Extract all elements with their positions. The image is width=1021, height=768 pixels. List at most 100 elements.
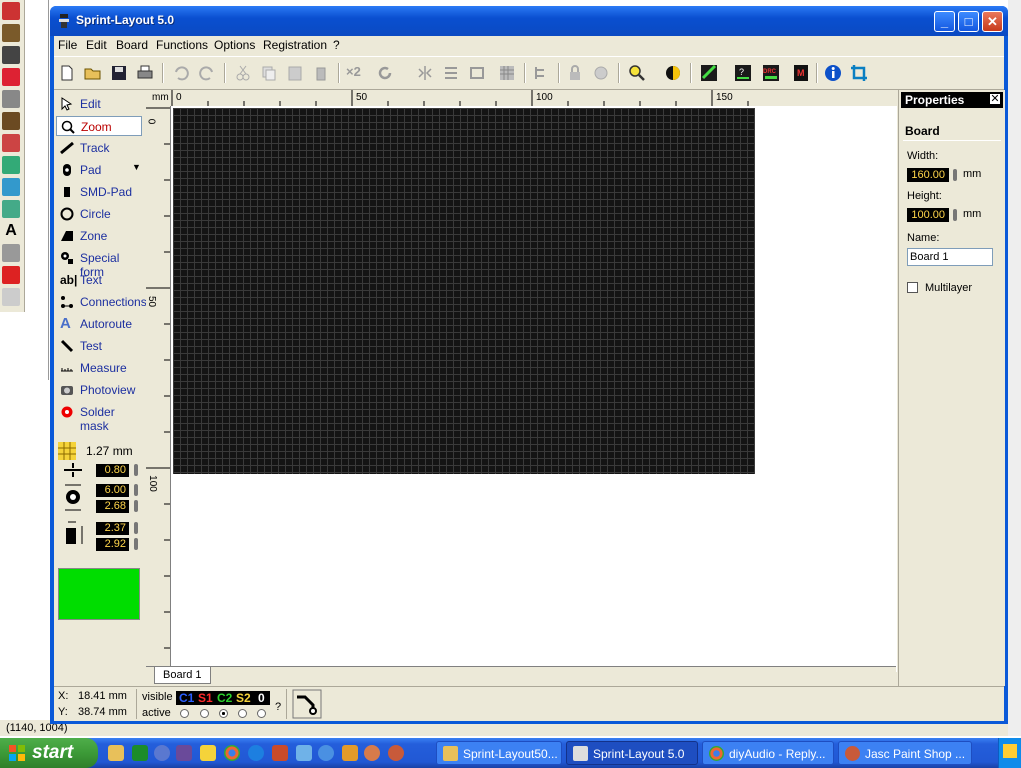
app-b-quicklaunch-icon[interactable] (154, 745, 170, 761)
tool-track[interactable]: Track (56, 138, 142, 158)
copy-icon[interactable] (260, 64, 278, 82)
pencil-icon[interactable] (2, 24, 20, 42)
task-sprint-layout-app[interactable]: Sprint-Layout 5.0 (566, 741, 698, 765)
tool-solder-mask[interactable]: Solder mask (56, 402, 142, 433)
minimize-button[interactable]: _ (934, 11, 955, 32)
tool-test[interactable]: Test (56, 336, 142, 356)
tool-pad[interactable]: Pad ▼ (56, 160, 142, 180)
board-height-spinner[interactable] (953, 209, 957, 221)
active-radio-c2[interactable] (219, 709, 228, 718)
grid-size[interactable]: 1.27 mm (86, 444, 133, 458)
app5-quicklaunch-icon[interactable] (364, 745, 380, 761)
layer-help[interactable]: ? (275, 701, 281, 713)
tool-photoview[interactable]: Photoview (56, 380, 142, 400)
ie-quicklaunch-icon[interactable] (248, 745, 264, 761)
new-file-icon[interactable] (58, 64, 76, 82)
menu-edit[interactable]: Edit (86, 38, 107, 52)
pad-inner-value[interactable]: 2.68 (96, 500, 129, 513)
task-diyaudio[interactable]: diyAudio - Reply... (702, 741, 834, 765)
open-folder-icon[interactable] (84, 64, 102, 82)
color-replacer-icon[interactable] (2, 68, 20, 86)
tool-zone[interactable]: Zone (56, 226, 142, 246)
tool-special-form[interactable]: Special form (56, 248, 142, 279)
preset-shape-icon[interactable] (2, 266, 20, 284)
layer-c1[interactable]: C1 (179, 691, 194, 705)
tool-connections[interactable]: Connections (56, 292, 147, 312)
app3-quicklaunch-icon[interactable] (318, 745, 334, 761)
active-radio-outline[interactable] (257, 709, 266, 718)
paint-brush-icon[interactable] (2, 2, 20, 20)
print-icon[interactable] (136, 64, 154, 82)
system-tray[interactable] (998, 738, 1021, 768)
tool-circle[interactable]: Circle (56, 204, 142, 224)
group-icon[interactable] (468, 64, 486, 82)
multilayer-checkbox[interactable] (907, 282, 918, 293)
tool-autoroute[interactable]: A Autoroute (56, 314, 142, 334)
app-h-quicklaunch-icon[interactable] (132, 745, 148, 761)
picture-tube-icon[interactable] (2, 156, 20, 174)
tool-zoom[interactable]: Zoom (56, 116, 142, 136)
text-tool-icon[interactable]: A (2, 222, 20, 240)
layer-c2[interactable]: C2 (217, 691, 232, 705)
menu-options[interactable]: Options (214, 38, 255, 52)
smd-width-value[interactable]: 2.37 (96, 522, 129, 535)
paste-icon[interactable] (286, 64, 304, 82)
delete-icon[interactable] (312, 64, 330, 82)
title-bar[interactable]: Sprint-Layout 5.0 _ □ ✕ (50, 6, 1008, 36)
scratch-remover-icon[interactable] (2, 112, 20, 130)
save-icon[interactable] (110, 64, 128, 82)
eraser-icon[interactable] (2, 134, 20, 152)
track-width-spinner[interactable] (134, 464, 138, 476)
flood-fill-icon[interactable] (2, 200, 20, 218)
cut-icon[interactable] (234, 64, 252, 82)
board-height-value[interactable]: 100.00 (907, 208, 949, 222)
app4-quicklaunch-icon[interactable] (342, 745, 358, 761)
app-quicklaunch-icon[interactable] (272, 745, 288, 761)
tool-measure[interactable]: Measure (56, 358, 142, 378)
menu-help[interactable]: ? (333, 38, 340, 52)
close-button[interactable]: ✕ (982, 11, 1003, 32)
pcb-board[interactable] (173, 108, 755, 474)
track-width-value[interactable]: 0.80 (96, 464, 129, 477)
pad-inner-spinner[interactable] (134, 500, 138, 512)
tool-edit[interactable]: Edit (56, 94, 142, 114)
crop-icon[interactable] (850, 64, 868, 82)
connections-tree-icon[interactable] (532, 64, 550, 82)
duplicate-x2-button[interactable]: ×2 (346, 64, 368, 82)
notepad-quicklaunch-icon[interactable] (200, 745, 216, 761)
retouch-icon[interactable] (2, 90, 20, 108)
active-radio-s1[interactable] (200, 709, 209, 718)
properties-close-button[interactable]: ✕ (989, 93, 1001, 105)
smd-height-value[interactable]: 2.92 (96, 538, 129, 551)
board-width-value[interactable]: 160.00 (907, 168, 949, 182)
layer-s1[interactable]: S1 (198, 691, 213, 705)
chrome-quicklaunch-icon[interactable] (224, 745, 240, 761)
start-button[interactable]: start (0, 738, 98, 768)
align-icon[interactable] (442, 64, 460, 82)
draw-line-icon[interactable] (2, 244, 20, 262)
paintshop-quicklaunch-icon[interactable] (388, 745, 404, 761)
board-tab[interactable]: Board 1 (154, 667, 211, 684)
explorer-quicklaunch-icon[interactable] (108, 745, 124, 761)
book-quicklaunch-icon[interactable] (176, 745, 192, 761)
layer-check-icon[interactable] (700, 64, 718, 82)
menu-board[interactable]: Board (116, 38, 148, 52)
zoom-search-icon[interactable] (628, 64, 646, 82)
drawing-canvas[interactable] (170, 106, 897, 672)
active-radio-s2[interactable] (238, 709, 247, 718)
layer-outline[interactable]: 0 (258, 691, 265, 705)
app2-quicklaunch-icon[interactable] (296, 745, 312, 761)
redo-icon[interactable] (198, 64, 216, 82)
grid-icon[interactable] (58, 442, 76, 460)
undo-icon[interactable] (172, 64, 190, 82)
pad-outer-value[interactable]: 6.00 (96, 484, 129, 497)
layer-s2[interactable]: S2 (236, 691, 251, 705)
clone-brush-icon[interactable] (2, 46, 20, 64)
pen-tool-icon[interactable] (2, 288, 20, 306)
unlock-icon[interactable] (592, 64, 610, 82)
tool-smd-pad[interactable]: SMD-Pad (56, 182, 142, 202)
drc-icon[interactable]: DRC (762, 64, 780, 82)
board-width-spinner[interactable] (953, 169, 957, 181)
mirror-icon[interactable] (416, 64, 434, 82)
pad-dropdown-arrow-icon[interactable]: ▼ (132, 162, 141, 172)
